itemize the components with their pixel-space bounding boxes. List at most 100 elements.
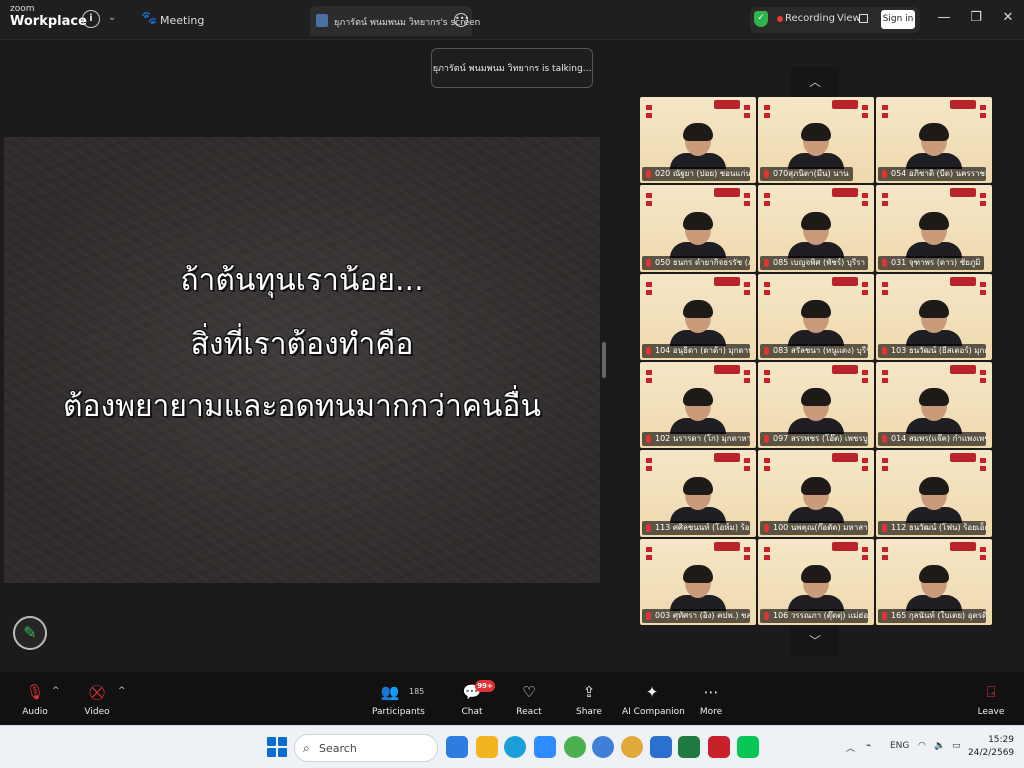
minimize-icon[interactable]: — <box>934 10 954 25</box>
more-options-icon[interactable]: ••• <box>454 13 469 27</box>
shared-screen-tab[interactable]: ยุภารัตน์ พนมพนม วิทยากร's screen ••• <box>310 6 480 36</box>
audio-label: Audio <box>22 707 48 717</box>
windows-taskbar: ⌕ Search ︿ ⌁ ENG ◠ 🔈 ▭ 15:29 24/2/2569 <box>0 725 1024 768</box>
lantern-decoration-icon <box>980 370 986 386</box>
participant-name: 054 อภิชาติ (บีด) นครราชสีมา <box>878 167 986 182</box>
participant-tile[interactable]: 031 จุฑาพร (ดาว) ชัยภูมิ <box>876 185 992 272</box>
participant-tile[interactable]: 097 สรรพชร (โอ๊ต) เพชรบูร <box>758 362 874 449</box>
participant-tile[interactable]: 106 วรรณภา (ตุ๊ดตุ่) แม่ฮ่องสอ <box>758 538 874 625</box>
background-banner <box>950 365 976 374</box>
chat-label: Chat <box>461 707 483 717</box>
leave-button[interactable]: ⍈ Leave <box>972 672 1010 724</box>
participant-tile[interactable]: 103 ธนวัฒน์ (ยีสเตอร์) มุกดา <box>876 273 992 360</box>
participants-button[interactable]: 👥 Participants <box>372 672 425 724</box>
windows-start-icon[interactable] <box>267 737 287 757</box>
mic-muted-icon <box>764 170 769 179</box>
share-button[interactable]: ⇪ Share <box>569 672 609 724</box>
participant-tile[interactable]: 104 อนุธิดา (ดาด้า) มุกดาหาร <box>640 273 756 360</box>
taskbar-search-box[interactable]: ⌕ Search <box>294 734 438 762</box>
battery-icon[interactable]: ▭ <box>952 741 961 751</box>
excel-icon[interactable] <box>678 736 700 758</box>
participants-icon: 👥 <box>380 683 400 701</box>
participant-video <box>788 565 844 611</box>
split-handle[interactable] <box>602 342 606 378</box>
lantern-decoration-icon <box>744 193 750 210</box>
outlook-icon[interactable] <box>650 736 672 758</box>
search-label: Search <box>319 742 357 755</box>
meeting-label[interactable]: Meeting <box>160 14 204 27</box>
participant-head <box>919 476 949 510</box>
react-button[interactable]: ♡ React <box>510 672 548 724</box>
ai-companion-button[interactable]: ✦ AI Companion <box>622 672 685 724</box>
participant-tile[interactable]: 050 ธนกร ดำยากิจธรรัช (ภู) <box>640 185 756 272</box>
lantern-decoration-icon <box>764 458 770 475</box>
participant-tile[interactable]: 014 สมพร(แจ๊ค) กำแพงเพชร <box>876 362 992 449</box>
network-icon[interactable]: ⌁ <box>866 741 871 751</box>
dropbox-icon[interactable] <box>446 736 468 758</box>
participant-tile[interactable]: 020 ณัฐยา (ปอย) ชอนแก่น <box>640 97 756 184</box>
slide-line-1: ถ้าต้นทุนเราน้อย... <box>180 263 424 298</box>
mic-muted-icon: 🎙 <box>25 683 45 701</box>
acrobat-icon[interactable] <box>708 736 730 758</box>
view-button[interactable]: View <box>837 13 861 24</box>
annotate-pen-icon[interactable]: ✎ <box>13 616 47 650</box>
gallery-prev-page-button[interactable]: ︿ <box>791 67 839 97</box>
participant-tile[interactable]: 100 นพคุณ(ก๊อตัด) มหาสาร <box>758 450 874 537</box>
participant-name: 165 กุลนันท์ (ใบเตย) อุตรดิตถ์ <box>878 609 986 623</box>
participant-hair <box>801 300 831 318</box>
participant-video <box>670 388 726 435</box>
recording-label[interactable]: Recording <box>785 13 835 24</box>
sign-in-button[interactable]: Sign in <box>881 10 915 29</box>
more-label: More <box>699 707 723 717</box>
participant-hair <box>683 476 713 495</box>
lantern-decoration-icon <box>744 281 750 298</box>
participant-hair <box>683 388 713 407</box>
participant-head <box>801 300 831 333</box>
close-icon[interactable]: ✕ <box>998 10 1018 25</box>
audio-button[interactable]: 🎙 Audio <box>14 672 56 724</box>
restore-icon[interactable]: ❐ <box>966 10 986 25</box>
video-options-caret-icon[interactable]: ^ <box>118 686 126 696</box>
tray-overflow-icon[interactable]: ︿ <box>846 741 855 754</box>
meeting-info-icon[interactable]: i <box>82 10 100 28</box>
wifi-icon[interactable]: ◠ <box>918 741 926 751</box>
share-label: Share <box>576 707 602 717</box>
lantern-decoration-icon <box>862 193 868 210</box>
chrome-profile-icon[interactable] <box>592 736 614 758</box>
audio-options-caret-icon[interactable]: ^ <box>52 686 60 696</box>
gallery-next-page-button[interactable]: ﹀ <box>791 626 839 656</box>
participant-tile[interactable]: 054 อภิชาติ (บีด) นครราชสีมา <box>876 97 992 184</box>
participant-tile[interactable]: 102 นรารดา (โก) มุกดาหาร <box>640 362 756 449</box>
participant-tile[interactable]: 070สุภนิตา(มีน) นาน <box>758 97 874 184</box>
participant-tile[interactable]: 113 ศศิลชนนท์ (โอห์ม) ร้อยเอ็ด <box>640 450 756 537</box>
chevron-down-icon[interactable]: ⌄ <box>108 12 116 23</box>
lantern-decoration-icon <box>980 193 986 210</box>
participant-tile[interactable]: 085 เบญจพิศ (พัชร์) บุรีรา <box>758 185 874 272</box>
mic-muted-icon <box>882 435 887 444</box>
security-shield-icon[interactable]: ✓ <box>754 11 768 27</box>
participant-head <box>683 565 713 598</box>
volume-muted-icon[interactable]: 🔈 <box>934 741 945 751</box>
logo-line-2: Workplace <box>10 14 87 29</box>
language-indicator[interactable]: ENG <box>890 741 909 751</box>
mic-muted-icon <box>882 523 887 532</box>
more-button[interactable]: ⋯ More <box>694 672 728 724</box>
system-clock[interactable]: 15:29 24/2/2569 <box>968 734 1014 760</box>
leave-label: Leave <box>977 707 1005 717</box>
chrome-profile-2-icon[interactable] <box>621 736 643 758</box>
edge-browser-icon[interactable] <box>504 736 526 758</box>
chrome-icon[interactable] <box>564 736 586 758</box>
participant-tile[interactable]: 112 ธนวัฒน์ (โฟน) ร้อยเอ็ด <box>876 450 992 537</box>
file-explorer-icon[interactable] <box>476 736 498 758</box>
zoom-app-icon[interactable] <box>534 736 556 758</box>
video-button[interactable]: ⛒ Video <box>78 672 116 724</box>
participant-tile[interactable]: 165 กุลนันท์ (ใบเตย) อุตรดิตถ์ <box>876 538 992 625</box>
background-banner <box>950 541 976 551</box>
participant-tile[interactable]: 003 ศุทัศรา (อิง) คปพ.) ชลบุรี <box>640 538 756 625</box>
background-banner <box>714 453 740 463</box>
grid-view-icon[interactable] <box>859 14 868 23</box>
background-banner <box>950 453 976 463</box>
line-app-icon[interactable] <box>737 736 759 758</box>
participant-tile[interactable]: 083 สรัลชนา (หนูแดง) บุรีรัมย์ <box>758 273 874 360</box>
participant-head <box>919 211 949 245</box>
